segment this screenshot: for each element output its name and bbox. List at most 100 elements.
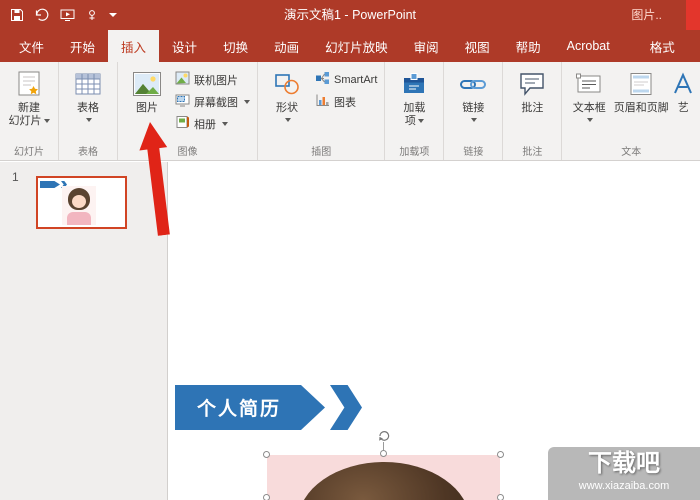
shapes-label: 形状 — [276, 102, 298, 114]
watermark-url: www.xiazaiba.com — [578, 480, 670, 492]
addins-button[interactable]: 加载 项 — [389, 65, 439, 128]
online-pictures-icon — [175, 71, 190, 88]
resume-banner-chevron — [330, 385, 362, 430]
link-icon — [459, 69, 487, 99]
shapes-icon — [273, 69, 301, 99]
tab-animations[interactable]: 动画 — [261, 30, 312, 62]
save-icon[interactable] — [10, 5, 24, 25]
illustrations-small-buttons: SmartArt 图表 — [312, 65, 380, 111]
screenshot-label: 屏幕截图 — [194, 96, 238, 109]
group-label-slides: 幻灯片 — [14, 147, 44, 158]
chart-icon — [315, 93, 330, 110]
slide-thumbnail[interactable] — [36, 176, 127, 229]
dropdown-arrow-icon — [43, 119, 50, 124]
picture-content — [267, 455, 500, 500]
table-button[interactable]: 表格 — [63, 65, 113, 122]
new-slide-icon — [16, 69, 42, 99]
group-label-text: 文本 — [621, 147, 642, 158]
tab-view[interactable]: 视图 — [452, 30, 503, 62]
comment-icon — [518, 69, 546, 99]
tab-home[interactable]: 开始 — [57, 30, 108, 62]
new-slide-label-line2: 幻灯片 — [9, 115, 50, 128]
table-icon — [74, 69, 102, 99]
thumbnail-portrait — [62, 186, 96, 225]
selected-picture[interactable] — [263, 431, 504, 500]
ribbon-group-slides: 新建 幻灯片 幻灯片 — [0, 62, 59, 160]
rotation-handle-icon[interactable] — [377, 428, 391, 442]
resize-handle-middle-right[interactable] — [497, 494, 504, 500]
undo-icon[interactable] — [34, 5, 50, 25]
quick-access-toolbar — [0, 5, 117, 25]
dropdown-arrow-icon — [471, 118, 478, 122]
qat-customize-chevron-icon[interactable] — [109, 5, 117, 25]
resume-banner-main: 个人简历 — [175, 385, 325, 430]
ribbon-tab-row: 文件 开始 插入 设计 切换 动画 幻灯片放映 审阅 视图 帮助 Acrobat… — [0, 30, 700, 62]
online-pictures-button[interactable]: 联机图片 — [172, 70, 253, 89]
wordart-button[interactable]: 艺 — [670, 65, 696, 115]
wordart-label: 艺 — [677, 102, 689, 114]
photo-album-button[interactable]: 相册 — [172, 114, 253, 133]
tab-acrobat[interactable]: Acrobat — [554, 30, 623, 62]
textbox-button[interactable]: 文本框 — [566, 65, 612, 122]
ribbon-group-addins: 加载 项 加载项 — [385, 62, 445, 160]
comment-label: 批注 — [521, 102, 544, 114]
smartart-label: SmartArt — [334, 73, 378, 86]
dropdown-arrow-icon — [244, 99, 250, 104]
touch-mode-icon[interactable] — [85, 5, 99, 25]
online-pictures-label: 联机图片 — [194, 74, 238, 87]
screenshot-button[interactable]: 屏幕截图 — [172, 92, 253, 111]
textbox-label: 文本框 — [572, 102, 606, 114]
smartart-icon — [315, 71, 330, 88]
resume-banner-text: 个人简历 — [197, 399, 282, 420]
chart-button[interactable]: 图表 — [312, 92, 380, 111]
picture-button[interactable]: 图片 — [122, 65, 172, 115]
screenshot-icon — [175, 93, 190, 110]
textbox-icon — [576, 69, 602, 99]
resize-handle-top-center[interactable] — [379, 450, 387, 457]
start-slideshow-icon[interactable] — [60, 5, 75, 25]
powerpoint-window: 演示文稿1 - PowerPoint 图片.. 文件 开始 插入 设计 切换 动… — [0, 0, 700, 500]
slide-number: 1 — [12, 170, 19, 184]
tab-design[interactable]: 设计 — [159, 30, 210, 62]
group-label-table: 表格 — [78, 147, 98, 158]
tab-picture-format[interactable]: 格式 — [637, 30, 688, 62]
photo-album-icon — [175, 115, 190, 132]
watermark: 下载吧 www.xiazaiba.com — [548, 447, 700, 500]
header-footer-label: 页眉和页脚 — [613, 102, 669, 114]
resize-handle-top-left[interactable] — [263, 451, 270, 458]
tab-review[interactable]: 审阅 — [401, 30, 452, 62]
link-button[interactable]: 链接 — [448, 65, 498, 122]
smartart-button[interactable]: SmartArt — [312, 70, 380, 89]
tab-file[interactable]: 文件 — [6, 30, 57, 62]
picture-icon — [132, 69, 162, 99]
resize-handle-top-right[interactable] — [497, 451, 504, 458]
table-label: 表格 — [77, 102, 99, 114]
new-slide-button[interactable]: 新建 幻灯片 — [4, 65, 54, 128]
ribbon-group-table: 表格 表格 — [59, 62, 118, 160]
document-title: 演示文稿1 - PowerPoint — [284, 8, 416, 22]
addins-icon — [401, 69, 427, 99]
tab-insert[interactable]: 插入 — [108, 30, 160, 62]
corner-logo — [686, 0, 700, 30]
comment-button[interactable]: 批注 — [507, 65, 557, 115]
tab-help[interactable]: 帮助 — [503, 30, 554, 62]
title-bar: 演示文稿1 - PowerPoint 图片.. — [0, 0, 700, 30]
tab-slideshow[interactable]: 幻灯片放映 — [312, 30, 401, 62]
resume-banner-shape[interactable]: 个人简历 — [175, 385, 362, 430]
tab-transitions[interactable]: 切换 — [210, 30, 261, 62]
dropdown-arrow-icon — [86, 118, 92, 122]
slide-thumbnail-panel: 1 — [0, 162, 168, 500]
thumbnail-banner-shape — [40, 181, 60, 188]
header-footer-button[interactable]: 页眉和页脚 — [612, 65, 670, 115]
picture-tools-label: 图片.. — [631, 8, 662, 22]
ribbon-group-links: 链接 链接 — [444, 62, 504, 160]
chart-label: 图表 — [334, 96, 356, 109]
group-label-links: 链接 — [463, 147, 484, 158]
dropdown-arrow-icon — [587, 118, 594, 122]
ribbon: 新建 幻灯片 幻灯片 表格 表格 图片 联机图片 屏幕截图 相册 图像 形状 S… — [0, 62, 700, 161]
ribbon-group-text: 文本框 页眉和页脚 艺 文本 — [562, 62, 700, 160]
shapes-button[interactable]: 形状 — [262, 65, 312, 122]
addins-label-line2: 项 — [405, 115, 424, 128]
resize-handle-middle-left[interactable] — [263, 494, 270, 500]
group-label-addins: 加载项 — [399, 147, 430, 158]
